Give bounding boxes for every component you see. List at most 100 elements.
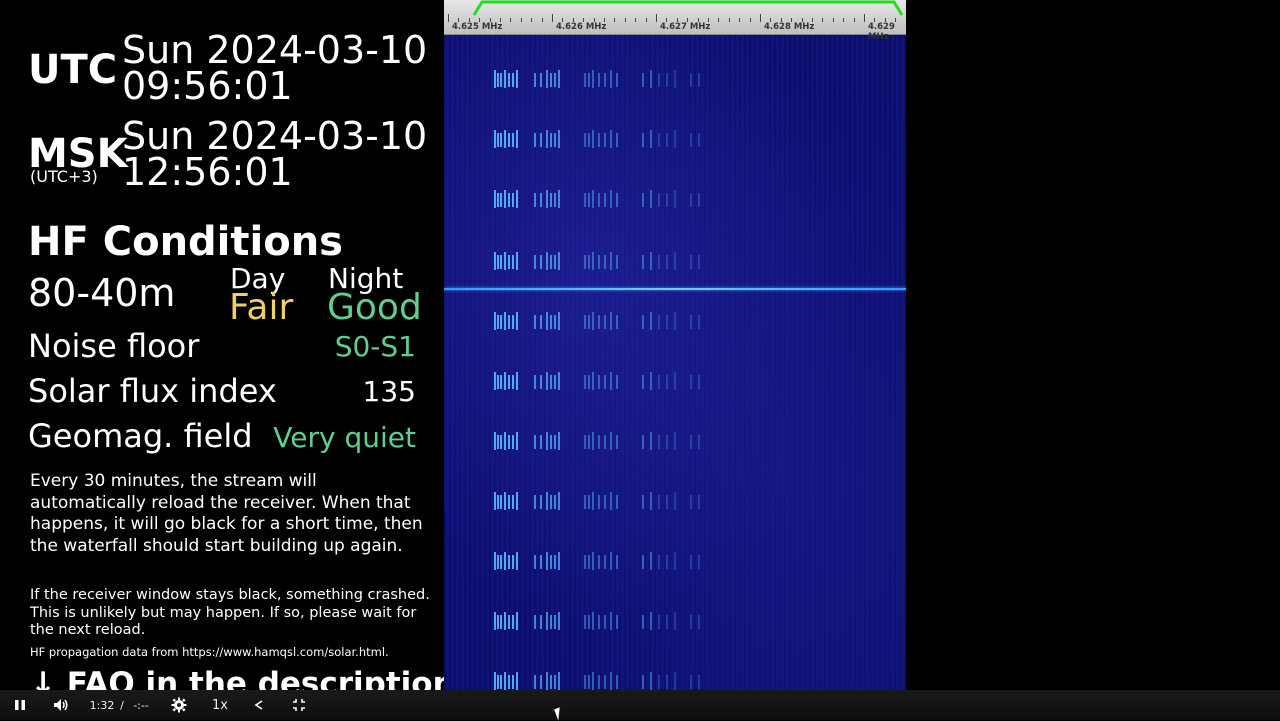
signal-pulse: [698, 495, 700, 509]
signal-pulse: [650, 672, 652, 690]
signal-pulse: [554, 193, 556, 207]
signal-pulse: [540, 255, 542, 269]
current-time: 1:32: [90, 690, 114, 720]
signal-pulse: [588, 495, 590, 509]
signal-pulse: [550, 555, 552, 569]
signal-pulse: [584, 193, 586, 207]
duration: -:--: [130, 690, 152, 720]
signal-pulse: [592, 252, 594, 270]
freq-label: 4.629 MHz: [868, 22, 906, 42]
signal-pulse: [588, 435, 590, 449]
signal-pulse: [592, 612, 594, 630]
tick-mark: [458, 18, 459, 22]
signal-pulse: [584, 555, 586, 569]
signal-pulse: [690, 315, 692, 329]
signal-pulse: [554, 133, 556, 147]
utc-label: UTC: [28, 50, 117, 90]
signal-pulse: [650, 130, 652, 148]
signal-pulse: [500, 375, 502, 389]
signal-burst-row: [494, 130, 714, 152]
signal-pulse: [550, 73, 552, 87]
signal-pulse: [598, 555, 600, 569]
passband-indicator[interactable]: [444, 0, 906, 16]
signal-pulse: [516, 492, 518, 510]
signal-pulse: [698, 73, 700, 87]
signal-pulse: [516, 130, 518, 148]
signal-pulse: [650, 70, 652, 88]
share-button[interactable]: [250, 690, 268, 720]
signal-pulse: [546, 612, 548, 630]
msk-offset: (UTC+3): [30, 169, 98, 185]
signal-pulse: [508, 255, 510, 269]
settings-button[interactable]: [168, 690, 190, 720]
signal-pulse: [698, 555, 700, 569]
signal-pulse: [516, 552, 518, 570]
signal-pulse: [610, 492, 612, 510]
tick-mark: [479, 18, 480, 22]
signal-pulse: [494, 130, 496, 148]
signal-pulse: [550, 193, 552, 207]
pause-button[interactable]: [8, 690, 32, 720]
signal-pulse: [534, 133, 536, 147]
signal-pulse: [616, 315, 618, 329]
signal-pulse: [550, 675, 552, 689]
signal-pulse: [588, 73, 590, 87]
tick-mark: [781, 18, 782, 22]
signal-pulse: [598, 255, 600, 269]
exit-fullscreen-button[interactable]: [288, 690, 310, 720]
signal-pulse: [666, 435, 668, 449]
exit-fullscreen-icon: [292, 698, 306, 712]
signal-pulse: [546, 432, 548, 450]
signal-pulse: [650, 312, 652, 330]
tick-mark: [874, 18, 875, 22]
signal-pulse: [554, 615, 556, 629]
signal-pulse: [658, 133, 660, 147]
signal-pulse: [658, 255, 660, 269]
tick-mark: [448, 14, 449, 22]
signal-pulse: [508, 133, 510, 147]
signal-pulse: [534, 675, 536, 689]
frequency-scale[interactable]: 4.625 MHz 4.626 MHz 4.627 MHz 4.628 MHz …: [444, 0, 906, 35]
signal-pulse: [650, 432, 652, 450]
signal-pulse: [698, 133, 700, 147]
signal-pulse: [512, 255, 514, 269]
signal-burst-row: [494, 672, 714, 690]
signal-pulse: [516, 672, 518, 690]
signal-pulse: [658, 555, 660, 569]
signal-pulse: [598, 193, 600, 207]
signal-pulse: [642, 133, 644, 147]
tick-mark: [791, 18, 792, 22]
signal-pulse: [592, 672, 594, 690]
signal-pulse: [497, 555, 499, 569]
signal-pulse: [554, 255, 556, 269]
tick-mark: [822, 18, 823, 22]
signal-pulse: [550, 255, 552, 269]
signal-pulse: [674, 312, 676, 330]
volume-button[interactable]: [48, 690, 74, 720]
tick-mark: [812, 18, 813, 22]
signal-pulse: [658, 193, 660, 207]
signal-pulse: [512, 315, 514, 329]
signal-pulse: [494, 552, 496, 570]
waterfall-display[interactable]: 4.625 MHz 4.626 MHz 4.627 MHz 4.628 MHz …: [444, 0, 906, 690]
speed-button[interactable]: 1x: [208, 690, 232, 720]
signal-pulse: [650, 552, 652, 570]
signal-pulse: [584, 255, 586, 269]
signal-pulse: [500, 675, 502, 689]
signal-pulse: [500, 193, 502, 207]
signal-pulse: [674, 190, 676, 208]
tick-mark: [656, 14, 657, 22]
tick-mark: [542, 18, 543, 22]
signal-pulse: [592, 492, 594, 510]
signal-pulse: [584, 375, 586, 389]
signal-pulse: [554, 555, 556, 569]
signal-pulse: [666, 193, 668, 207]
signal-pulse: [616, 615, 618, 629]
signal-pulse: [497, 133, 499, 147]
signal-pulse: [558, 70, 560, 88]
signal-pulse: [494, 190, 496, 208]
signal-pulse: [554, 315, 556, 329]
share-icon: [254, 700, 264, 710]
signal-pulse: [674, 252, 676, 270]
signal-pulse: [540, 133, 542, 147]
